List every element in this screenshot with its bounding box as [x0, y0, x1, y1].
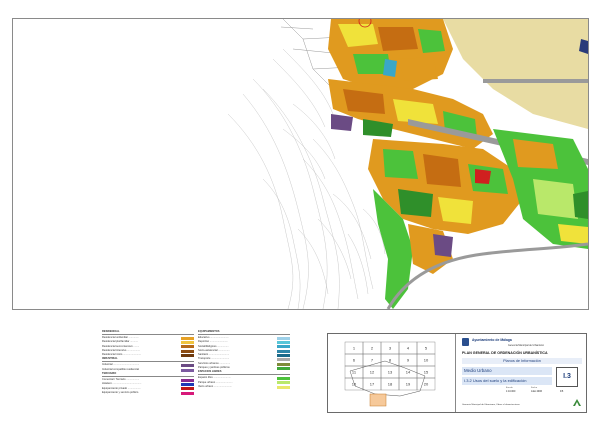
legend-item-label: Residencial mixto ......................… — [102, 353, 142, 357]
city-seal-icon — [462, 338, 469, 346]
key-map-cell-label: 2 — [371, 346, 374, 351]
legend-heading: INDUSTRIAL — [102, 357, 194, 363]
emblem-icon — [573, 399, 581, 406]
legend-swatch — [277, 385, 290, 389]
title-info-panel: Ayuntamiento de Málaga Gerencia Municipa… — [455, 334, 587, 412]
plan-title: PLAN GENERAL DE ORDENACIÓN URBANÍSTICA — [462, 351, 548, 355]
date-label: Fecha — [531, 387, 538, 389]
legend-item-label: Residencial semi-intensivo ........ — [102, 344, 140, 348]
map-frame[interactable] — [12, 18, 589, 310]
legend-item-label: Transporte ......................... — [198, 357, 230, 361]
sheet-code: I.3 — [556, 367, 578, 387]
key-map-cell-label: 9 — [407, 358, 410, 363]
legend-left-column: RESIDENCIAL Residencial unifamiliar ....… — [102, 330, 194, 395]
key-map-cell-label: 10 — [424, 358, 429, 363]
key-map-cell-label: 6 — [353, 358, 356, 363]
legend-item-label: Industrial .............................… — [102, 363, 140, 367]
legend-swatch — [277, 366, 290, 370]
legend-item-label: Sanitario ............................ — [198, 353, 230, 357]
legend-heading: ESPACIOS LIBRES — [198, 370, 290, 376]
legend: RESIDENCIAL Residencial unifamiliar ....… — [102, 330, 292, 410]
key-map-cell-label: 12 — [370, 370, 375, 375]
sheet-number: 15 — [560, 389, 564, 393]
key-map[interactable]: 1 2 3 4 56 7 8 9 1011 12 13 14 1516 17 18 19 20 — [330, 336, 450, 410]
legend-swatch — [181, 391, 194, 395]
legend-item-label: Equipamiento y servicio público — [102, 390, 139, 394]
key-map-cell-label: 4 — [407, 346, 410, 351]
legend-heading: TERCIARIO — [102, 372, 194, 378]
legend-item-label: Educativo .......................... — [198, 336, 229, 339]
legend-item: Industrial compatible residencial — [102, 368, 194, 372]
legend-item-label: Espacio libre ........................ — [198, 376, 231, 380]
series-label: Planos de Información — [462, 358, 582, 364]
land-use-map[interactable] — [13, 19, 588, 309]
sheet-subject: Medio Urbano — [462, 367, 552, 375]
key-map-cell-label: 7 — [371, 358, 374, 363]
date-value: Julio 2006 — [531, 390, 542, 393]
legend-item-label: Residencial plurifamiliar ........... — [102, 340, 139, 344]
key-map-cell-label: 3 — [389, 346, 392, 351]
key-map-cell-label: 19 — [406, 382, 411, 387]
key-map-cell-label: 8 — [389, 358, 392, 363]
legend-item: Equipamiento y servicio público — [102, 391, 194, 395]
scale-value: 1:10.000 — [506, 390, 516, 393]
land-use-zones[interactable] — [328, 19, 588, 309]
footer-text: Gerencia Municipal de Urbanismo, Obras e… — [462, 404, 520, 406]
legend-item-label: Parque urbano ....................... — [198, 380, 233, 384]
key-map-cell-label: 13 — [388, 370, 393, 375]
legend-item: Vacío urbano ......................... — [198, 385, 290, 389]
legend-swatch — [181, 353, 194, 357]
legend-heading: EQUIPAMIENTOS — [198, 330, 290, 335]
key-map-cell-label: 15 — [424, 370, 429, 375]
legend-item-label: Socio-asistencial ................ — [198, 348, 230, 352]
legend-item-label: Equipamiento privado .................. — [102, 386, 141, 390]
scale-label: Escala — [506, 387, 513, 389]
legend-swatch — [181, 368, 194, 372]
legend-right-column: EQUIPAMIENTOS Educativo ................… — [198, 330, 290, 389]
legend-item-label: Comercial / Terciario .................. — [102, 378, 140, 382]
legend-item-label: Hotelero ...............................… — [102, 382, 142, 386]
key-map-cell-label: 5 — [425, 346, 428, 351]
legend-item-label: Social/Religioso ................ — [198, 344, 229, 348]
municipality-name: Ayuntamiento de Málaga — [472, 338, 512, 342]
title-block: 1 2 3 4 5 6 7 8 9 10 11 12 13 14 15 16 17 18 19 20 Ayuntami… — [327, 333, 587, 413]
legend-item-label: Parques y jardines públicos — [198, 366, 230, 370]
sheet-title: I.3.2 Usos del suelo y la edificación — [462, 377, 552, 385]
key-map-cell-label: 1 — [353, 346, 356, 351]
legend-item-label: Vacío urbano ......................... — [198, 384, 232, 388]
legend-item-label: Industrial compatible residencial — [102, 367, 139, 371]
department-name: Gerencia Municipal de Urbanismo — [508, 344, 545, 347]
legend-item: Residencial mixto ......................… — [102, 353, 194, 357]
key-map-cell-label: 18 — [388, 382, 393, 387]
legend-item-label: Servicios urbanos ............... — [198, 361, 231, 365]
legend-item-label: Residencial unifamiliar .............. — [102, 336, 139, 339]
key-map-cell-label: 17 — [370, 382, 375, 387]
legend-item-label: Residencial intensivo .................. — [102, 348, 141, 352]
legend-heading: RESIDENCIAL — [102, 330, 194, 335]
current-sheet-highlight — [369, 393, 387, 407]
legend-item: Parques y jardines públicos — [198, 366, 290, 370]
key-map-cell-label: 20 — [424, 382, 429, 387]
legend-item-label: Deportivo ......................... — [198, 340, 228, 344]
